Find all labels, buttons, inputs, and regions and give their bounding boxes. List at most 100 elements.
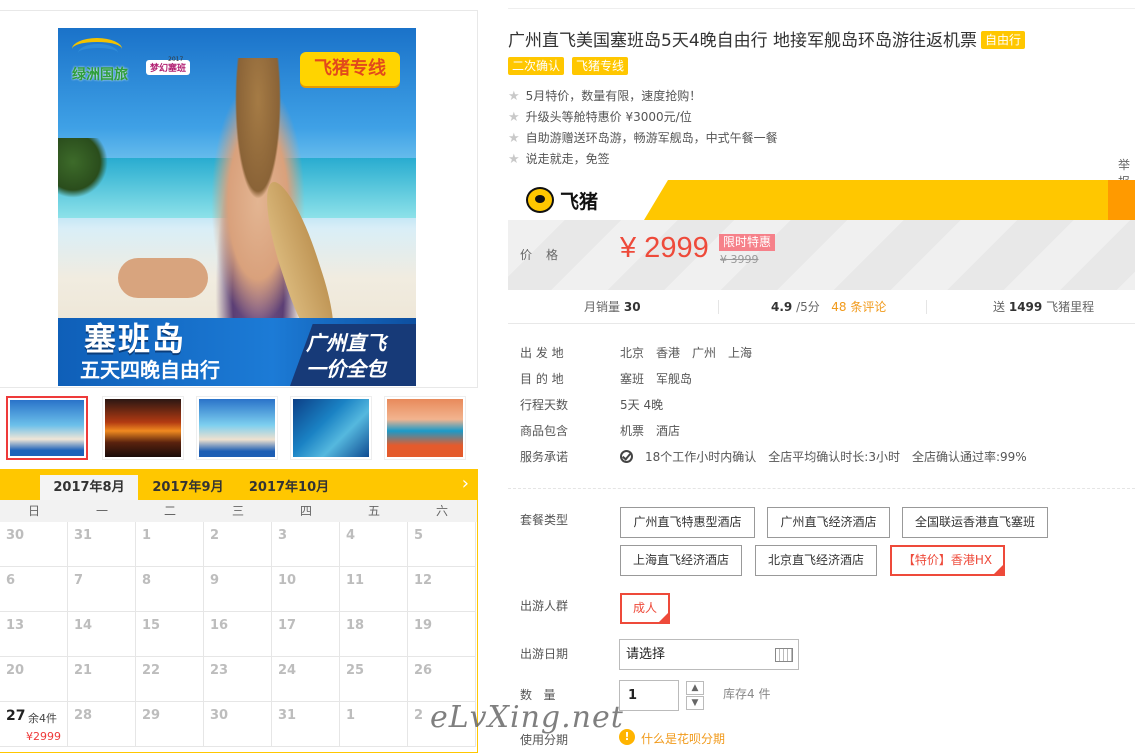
calendar-day[interactable]: 4 <box>340 522 408 567</box>
calendar-day[interactable]: 30 <box>204 702 272 747</box>
calendar-day[interactable]: 23 <box>204 657 272 702</box>
main-product-image[interactable]: 绿洲国旅 梦幻塞班 2017 飞猪专线 塞班岛 五天四晚自由行 广州直飞 一价全… <box>58 28 416 386</box>
calendar-day[interactable]: 6 <box>0 567 68 612</box>
calendar-day[interactable]: 17 <box>272 612 340 657</box>
day-number: 7 <box>74 573 84 588</box>
package-option-6[interactable]: 【特价】香港HX <box>890 545 1005 576</box>
calendar-day[interactable]: 30 <box>0 522 68 567</box>
fliggy-logo-text: 飞猪 <box>560 191 599 213</box>
calendar-day[interactable]: 7 <box>68 567 136 612</box>
calendar-day[interactable]: 11 <box>340 567 408 612</box>
product-highlights: ★ 5月特价，数量有限，速度抢购！ ★ 升级头等舱特惠价 ¥3000元/位 ★ 自助游… <box>508 86 778 170</box>
tab-month-aug[interactable]: 2017年8月 <box>40 475 138 500</box>
star-icon: ★ <box>508 131 520 146</box>
product-tags: 二次确认 飞猪专线 <box>508 57 636 75</box>
day-number: 14 <box>74 618 93 633</box>
calendar-day[interactable]: 24 <box>272 657 340 702</box>
thumbnail-strip <box>6 396 478 460</box>
price-calendar: 2017年8月 2017年9月 2017年10月 › 日一二三四五六 30 31 1… <box>0 469 478 753</box>
calendar-day[interactable]: 12 <box>408 567 476 612</box>
tag-second-confirm: 二次确认 <box>508 57 565 75</box>
thumbnail-3[interactable] <box>196 396 278 460</box>
highlight-item: ★ 自助游赠送环岛游，畅游军舰岛，中式午餐一餐 <box>508 131 778 146</box>
banner-right-text: 广州直飞 一价全包 <box>306 330 386 382</box>
brand-name: 绿洲国旅 <box>72 67 128 83</box>
day-number: 23 <box>210 663 229 678</box>
weekday-header: 五 <box>367 504 380 518</box>
calendar-day[interactable]: 8 <box>136 567 204 612</box>
fliggy-logo-icon <box>526 187 554 213</box>
tab-month-oct[interactable]: 2017年10月 <box>240 475 338 500</box>
price-box: 价格 ¥ 2999 限时特惠 ¥ 3999 <box>508 220 1135 290</box>
tab-month-sep[interactable]: 2017年9月 <box>142 475 234 500</box>
calendar-day[interactable]: 28 <box>68 702 136 747</box>
people-option-adult[interactable]: 成人 <box>620 593 670 624</box>
day-number: 15 <box>142 618 161 633</box>
calendar-day[interactable]: 10 <box>272 567 340 612</box>
reviews-link[interactable]: 48 条评论 <box>831 300 886 314</box>
banner-subtitle: 五天四晚自由行 <box>80 358 220 382</box>
calendar-day[interactable]: 1 <box>136 522 204 567</box>
calendar-day[interactable]: 20 <box>0 657 68 702</box>
day-number: 30 <box>6 528 25 543</box>
calendar-day[interactable]: 9 <box>204 567 272 612</box>
calendar-day[interactable]: 13 <box>0 612 68 657</box>
thumbnail-2[interactable] <box>102 396 184 460</box>
package-option-3[interactable]: 全国联运香港直飞塞班 <box>902 507 1048 538</box>
calendar-day[interactable]: 25 <box>340 657 408 702</box>
calendar-icon[interactable] <box>775 648 793 662</box>
package-option-2[interactable]: 广州直飞经济酒店 <box>767 507 890 538</box>
day-number: 26 <box>414 663 433 678</box>
day-number: 19 <box>414 618 433 633</box>
thumbnail-4[interactable] <box>290 396 372 460</box>
thumbnail-5[interactable] <box>384 396 466 460</box>
monthly-sales: 月销量 30 <box>584 300 641 314</box>
original-price: ¥ 3999 <box>720 253 759 266</box>
calendar-day[interactable]: 31 <box>68 522 136 567</box>
chevron-down-icon[interactable]: ▼ <box>686 696 704 710</box>
day-number: 11 <box>346 573 365 588</box>
date-picker-input[interactable]: 请选择 <box>619 639 799 670</box>
product-detail: 广州直飞美国塞班岛5天4晚自由行 地接军舰岛环岛游往返机票 自由行 二次确认 飞猪专… <box>508 0 1135 753</box>
calendar-day[interactable]: 26 <box>408 657 476 702</box>
calendar-day[interactable]: 29 <box>136 702 204 747</box>
day-number: 20 <box>6 663 25 678</box>
watermark: eLvXing.net <box>430 700 624 735</box>
calendar-day[interactable]: 21 <box>68 657 136 702</box>
banner-right-line1: 广州直飞 <box>306 331 386 355</box>
calendar-day[interactable]: 15 <box>136 612 204 657</box>
day-number: 12 <box>414 573 433 588</box>
day-number: 17 <box>278 618 297 633</box>
day-number: 27 <box>6 708 26 724</box>
day-number: 28 <box>74 708 93 723</box>
main-image-frame: 绿洲国旅 梦幻塞班 2017 飞猪专线 塞班岛 五天四晚自由行 广州直飞 一价全… <box>0 10 478 388</box>
package-option-1[interactable]: 广州直飞特惠型酒店 <box>620 507 755 538</box>
calendar-day[interactable]: 19 <box>408 612 476 657</box>
star-icon: ★ <box>508 152 520 167</box>
thumbnail-1[interactable] <box>6 396 88 460</box>
date-label: 出游日期 <box>520 647 569 661</box>
package-option-4[interactable]: 上海直飞经济酒店 <box>620 545 742 576</box>
calendar-day[interactable]: 3 <box>272 522 340 567</box>
calendar-day[interactable]: 22 <box>136 657 204 702</box>
package-option-5[interactable]: 北京直飞经济酒店 <box>755 545 877 576</box>
calendar-day[interactable]: 16 <box>204 612 272 657</box>
calendar-day[interactable]: 18 <box>340 612 408 657</box>
product-gallery: 绿洲国旅 梦幻塞班 2017 飞猪专线 塞班岛 五天四晚自由行 广州直飞 一价全… <box>0 0 478 753</box>
calendar-day[interactable]: 2 <box>204 522 272 567</box>
stats-bar: 月销量 30 4.9 /5分 48 条评论 送 1499 飞猪里程 <box>508 290 1135 324</box>
check-circle-icon <box>620 450 633 463</box>
product-title: 广州直飞美国塞班岛5天4晚自由行 地接军舰岛环岛游往返机票 自由行 <box>508 30 1128 52</box>
chevron-right-icon[interactable]: › <box>462 473 469 495</box>
calendar-day[interactable]: 14 <box>68 612 136 657</box>
stock-count: 库存4 件 <box>723 687 771 701</box>
quantity-input[interactable]: 1 <box>619 680 679 711</box>
palm-graphic <box>58 138 108 198</box>
calendar-day[interactable]: 5 <box>408 522 476 567</box>
calendar-day[interactable]: 1 <box>340 702 408 747</box>
calendar-day[interactable]: 27 余4件 ¥2999 <box>0 702 68 747</box>
calendar-day[interactable]: 31 <box>272 702 340 747</box>
installment-help-link[interactable]: 什么是花呗分期 <box>641 730 725 747</box>
chevron-up-icon[interactable]: ▲ <box>686 681 704 695</box>
day-number: 5 <box>414 528 424 543</box>
